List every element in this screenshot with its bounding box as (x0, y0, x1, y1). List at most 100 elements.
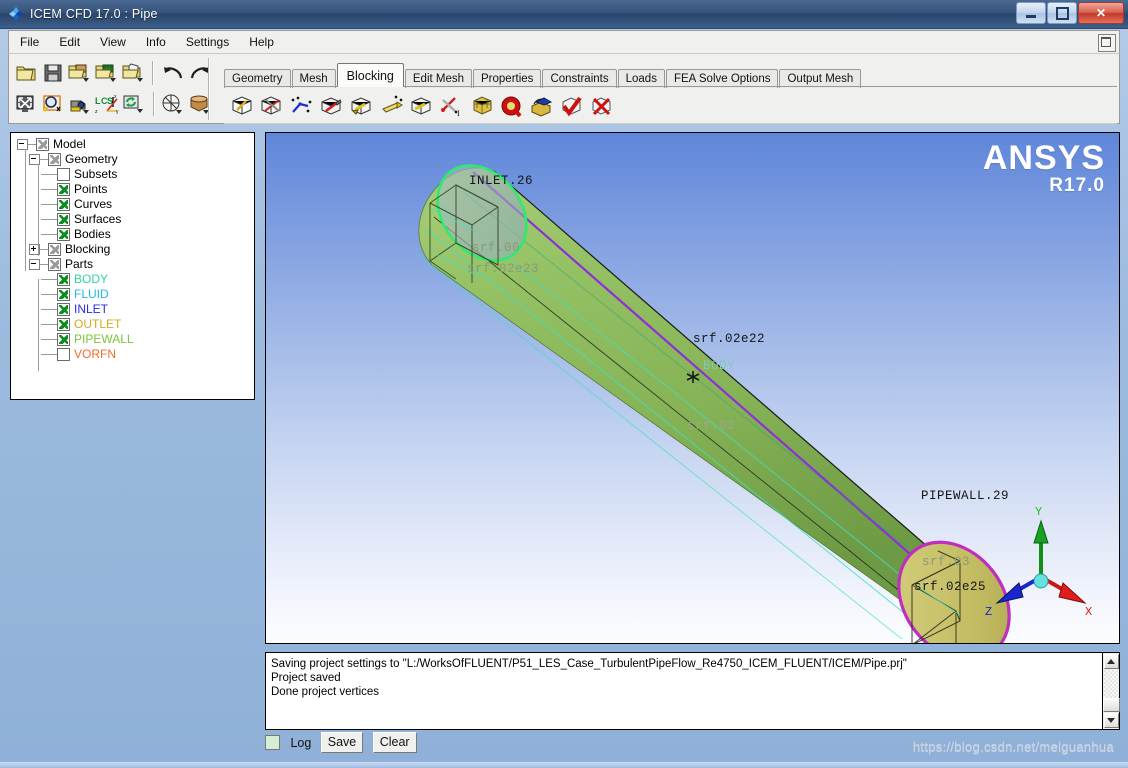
checkbox-part-vorfn[interactable] (57, 348, 70, 361)
checkbox-geometry[interactable] (48, 153, 61, 166)
open-project-icon[interactable] (14, 60, 39, 86)
edit-block-icon[interactable] (318, 92, 346, 120)
local-coordinate-system-icon[interactable]: L C S xzy (94, 91, 120, 117)
tree-connector (25, 149, 26, 271)
tree-label-blocking: Blocking (65, 242, 111, 256)
menu-item-info[interactable]: Info (137, 32, 175, 52)
save-log-button[interactable]: Save (320, 732, 364, 753)
checkbox-part-fluid[interactable] (57, 288, 70, 301)
split-block-icon[interactable] (258, 92, 286, 120)
save-project-icon[interactable] (41, 60, 66, 86)
maximize-button[interactable] (1047, 2, 1077, 24)
transform-blocks-icon[interactable] (408, 92, 436, 120)
menu-item-settings[interactable]: Settings (177, 32, 238, 52)
main-toolbar: L C S xzy (13, 56, 213, 122)
checkbox-parts[interactable] (48, 258, 61, 271)
premesh-quality-icon[interactable] (468, 92, 496, 120)
arrow-up-icon (1107, 659, 1115, 664)
tree-item-subsets[interactable]: Subsets (15, 167, 254, 182)
minimize-button[interactable] (1016, 2, 1046, 24)
associate-icon[interactable] (348, 92, 376, 120)
convert-to-unstructured-icon[interactable] (528, 92, 556, 120)
clip-plane-icon[interactable] (161, 91, 186, 117)
checkbox-blocking[interactable] (48, 243, 61, 256)
open-geometry-icon[interactable] (68, 60, 93, 86)
checkbox-part-inlet[interactable] (57, 303, 70, 316)
menu-item-file[interactable]: File (11, 32, 48, 52)
delete-block-icon[interactable] (588, 92, 616, 120)
checkbox-part-body[interactable] (57, 273, 70, 286)
inlet-label: INLET.26 (469, 174, 534, 188)
checkbox-bodies[interactable] (57, 228, 70, 241)
clear-log-button[interactable]: Clear (372, 732, 417, 753)
edge-mesh-params-icon[interactable]: I (438, 92, 466, 120)
tree-label-surfaces: Surfaces (74, 212, 122, 226)
tree-item-curves[interactable]: Curves (15, 197, 254, 212)
srf00-label: srf.00 (472, 241, 521, 255)
tree-label-part-body: BODY (74, 272, 109, 286)
scroll-down-button[interactable] (1103, 713, 1119, 728)
tree-item-part-pipewall[interactable]: PIPEWALL (15, 332, 254, 347)
log-line: Done project vertices (271, 686, 380, 698)
open-blocking-icon[interactable] (121, 60, 146, 86)
svg-text:I: I (457, 109, 460, 118)
scrollbar-thumb[interactable] (1102, 698, 1120, 712)
tree-item-blocking[interactable]: Blocking (15, 242, 254, 257)
create-block-icon[interactable] (228, 92, 256, 120)
tree-item-bodies[interactable]: Bodies (15, 227, 254, 242)
log-checkbox[interactable] (265, 735, 280, 750)
move-vertex-icon[interactable] (378, 92, 406, 120)
log-checkbox-label: Log (290, 735, 312, 750)
scroll-up-button[interactable] (1103, 654, 1119, 669)
merge-vertices-icon[interactable] (288, 92, 316, 120)
srf02e22-label: srf.02e22 (693, 332, 766, 346)
restore-down-button[interactable] (1098, 34, 1116, 52)
tree-item-geometry[interactable]: Geometry (15, 152, 254, 167)
check-blocks-icon[interactable] (558, 92, 586, 120)
graphics-viewport[interactable]: ANSYS R17.0 INLET.26 srf.00 srf.02e23 sr… (265, 132, 1120, 644)
tree-connector (38, 279, 39, 371)
tree-item-surfaces[interactable]: Surfaces (15, 212, 254, 227)
tree-item-model[interactable]: Model (15, 137, 254, 152)
tree-item-part-vorfn[interactable]: VORFN (15, 347, 254, 362)
menu-item-help[interactable]: Help (240, 32, 283, 52)
icem-cfd-application-window: ICEM CFD 17.0 : Pipe ✕ File Edit View In… (0, 0, 1128, 768)
tree-item-points[interactable]: Points (15, 182, 254, 197)
fit-window-icon[interactable] (14, 91, 39, 117)
checkbox-part-pipewall[interactable] (57, 333, 70, 346)
expander-parts[interactable] (29, 259, 40, 270)
menu-item-view[interactable]: View (91, 32, 135, 52)
undo-icon[interactable] (160, 60, 185, 86)
zoom-box-icon[interactable] (41, 91, 66, 117)
checkbox-subsets[interactable] (57, 168, 70, 181)
scrollbar-track[interactable] (1103, 670, 1119, 698)
menu-item-edit[interactable]: Edit (50, 32, 89, 52)
function-tabs: Geometry Mesh Blocking Edit Mesh Propert… (224, 63, 862, 88)
measure-icon[interactable] (67, 91, 92, 117)
tree-item-part-inlet[interactable]: INLET (15, 302, 254, 317)
close-button[interactable]: ✕ (1078, 2, 1124, 24)
model-tree-panel[interactable]: Model Geometry Subsets Points Curves Sur… (10, 132, 255, 400)
x-axis-label: X (1085, 605, 1092, 619)
tree-item-part-outlet[interactable]: OUTLET (15, 317, 254, 332)
tab-blocking[interactable]: Blocking (336, 63, 404, 87)
checkbox-points[interactable] (57, 183, 70, 196)
tree-label-curves: Curves (74, 197, 113, 211)
log-scrollbar[interactable] (1102, 653, 1120, 729)
tree-item-part-body[interactable]: BODY (15, 272, 254, 287)
log-line: Saving project settings to "L:/WorksOfFL… (271, 658, 907, 670)
checkbox-surfaces[interactable] (57, 213, 70, 226)
message-log-panel[interactable]: Saving project settings to "L:/WorksOfFL… (265, 652, 1120, 730)
expander-model[interactable] (17, 139, 28, 150)
log-controls-bar: Log Save Clear (265, 732, 1120, 760)
refresh-display-icon[interactable] (122, 91, 147, 117)
checkbox-model[interactable] (36, 138, 49, 151)
checks-icon[interactable] (498, 92, 526, 120)
checkbox-part-outlet[interactable] (57, 318, 70, 331)
open-mesh-icon[interactable] (95, 60, 120, 86)
pipe-top-edge (493, 170, 989, 600)
tree-connector (38, 164, 39, 256)
tree-item-parts[interactable]: Parts (15, 257, 254, 272)
checkbox-curves[interactable] (57, 198, 70, 211)
tree-item-part-fluid[interactable]: FLUID (15, 287, 254, 302)
